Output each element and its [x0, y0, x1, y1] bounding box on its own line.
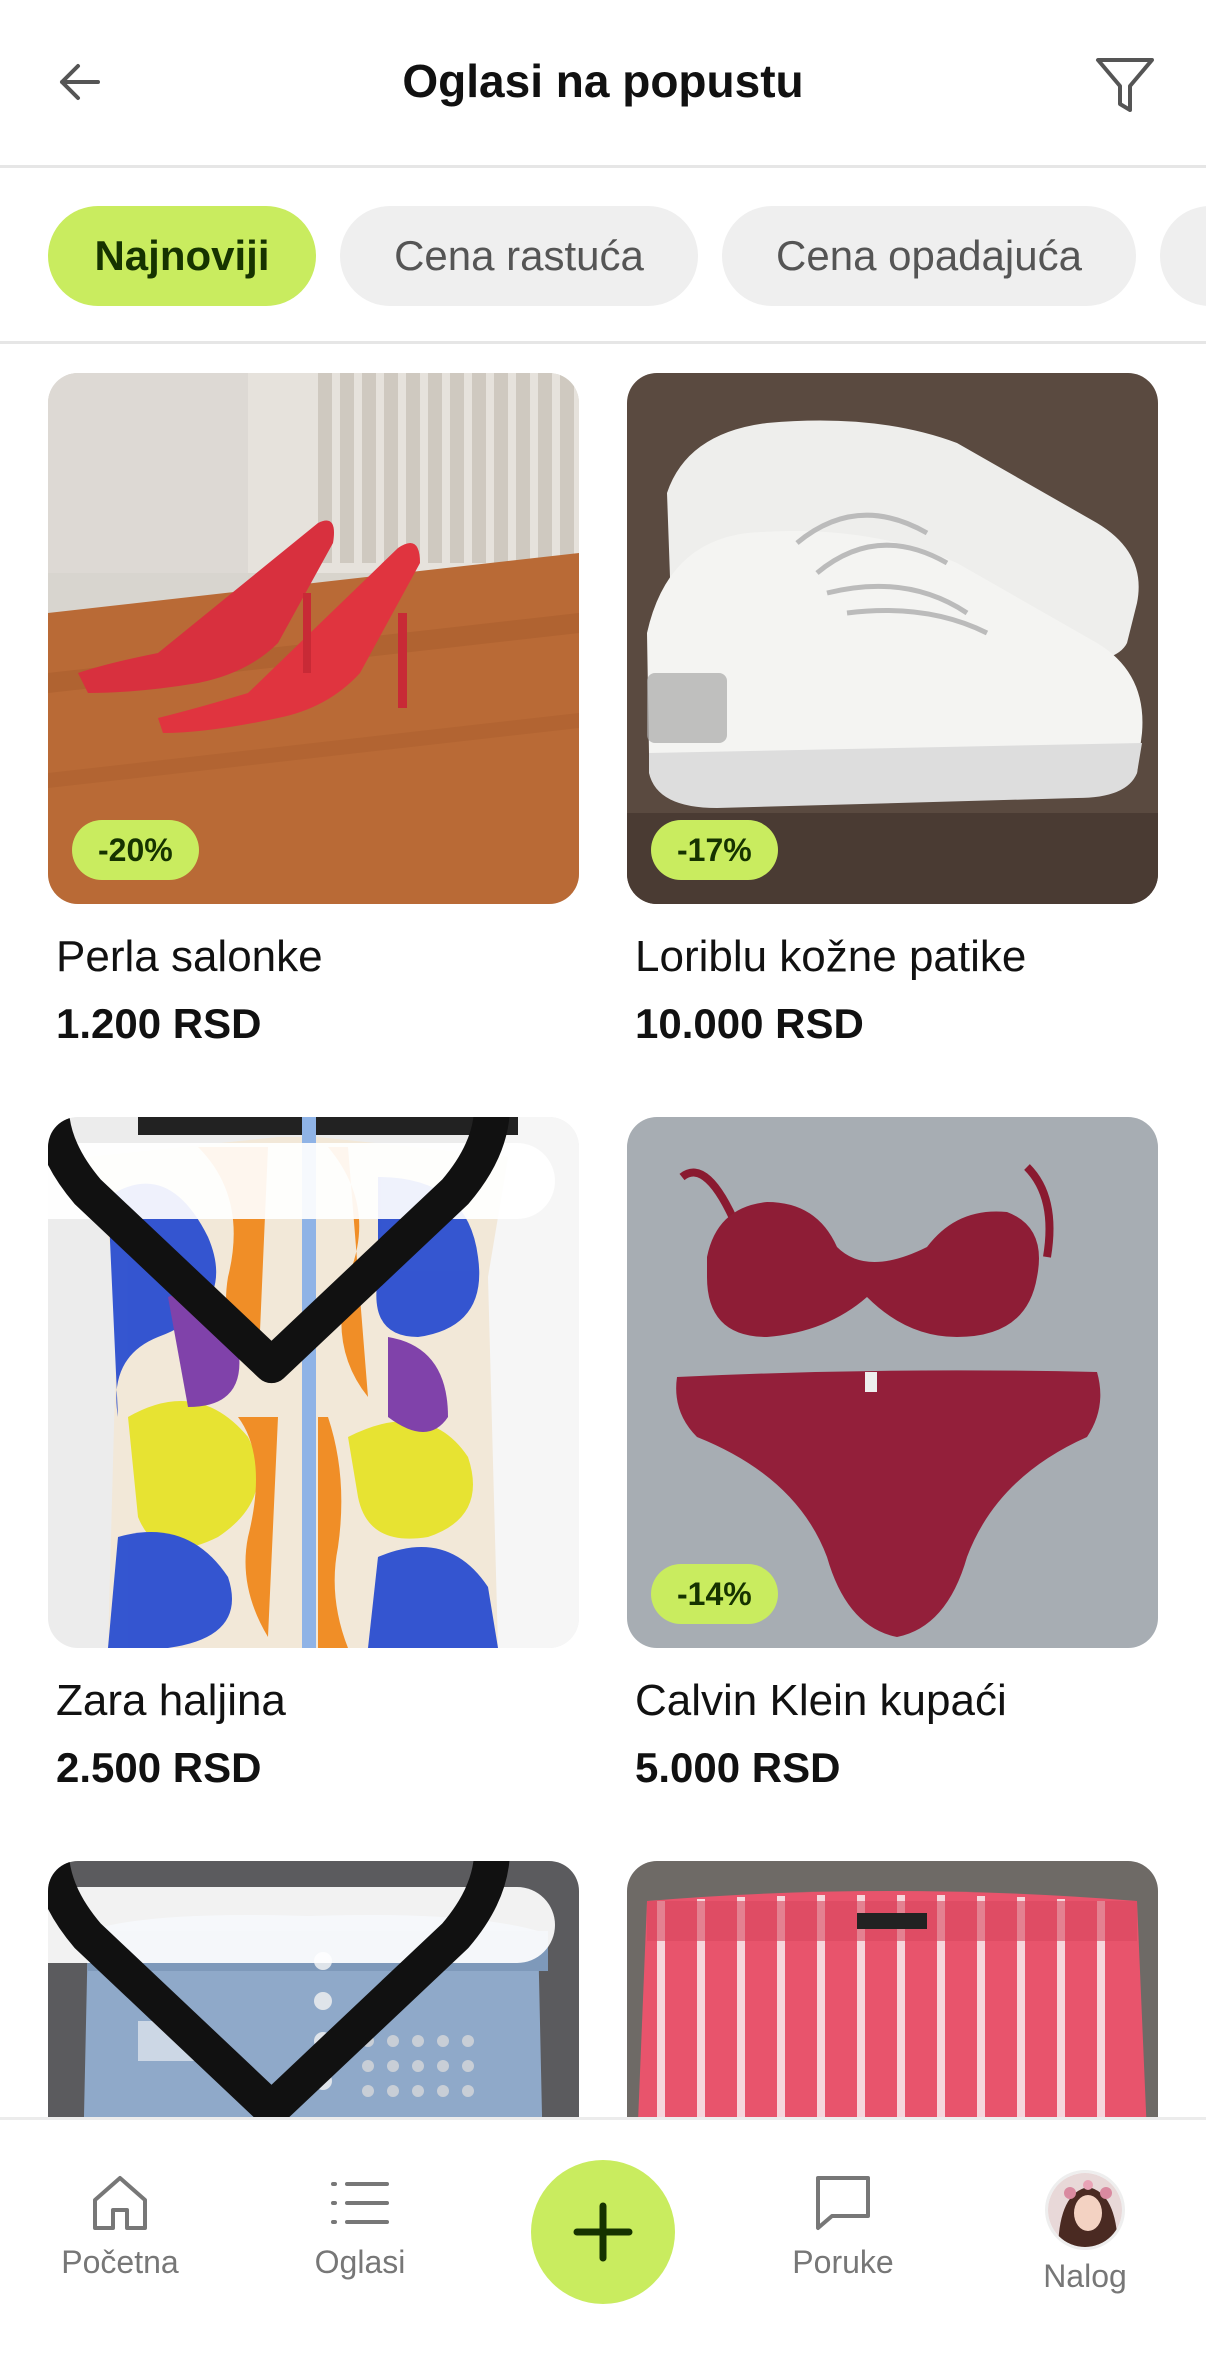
discount-badge: -14% [651, 1564, 778, 1624]
plus-icon [573, 2202, 633, 2262]
listing-title: Zara haljina [56, 1676, 286, 1725]
nav-label: Nalog [1043, 2258, 1127, 2294]
avatar [1045, 2170, 1125, 2250]
listing-card[interactable]: -14% Calvin Klein kupaći 5.000 RSD [627, 1117, 1158, 1792]
discount-badge: -17% [651, 820, 778, 880]
chip-cena-rastuca[interactable]: Cena rastuća [340, 206, 698, 306]
chat-icon [816, 2176, 870, 2230]
add-listing-button[interactable] [531, 2160, 675, 2304]
bottom-navigation: Početna Oglasi Poruke Nalog [0, 2117, 1206, 2358]
listing-card[interactable]: 1 Zara haljina 2.500 RSD [48, 1117, 579, 1792]
heart-icon [48, 1117, 510, 1383]
listing-card[interactable]: -20% Perla salonke 1.200 RSD [48, 373, 579, 1048]
chip-cena-opadajuca[interactable]: Cena opadajuća [722, 206, 1136, 306]
listing-image: -17% [627, 373, 1158, 904]
nav-poruke[interactable]: Poruke [743, 2170, 943, 2281]
listing-card[interactable]: 1 [48, 1861, 579, 2117]
discount-badge: -20% [72, 820, 199, 880]
listing-title: Calvin Klein kupaći [635, 1676, 1007, 1725]
nav-oglasi[interactable]: Oglasi [260, 2170, 460, 2281]
top-bar: Oglasi na popustu [0, 0, 1206, 168]
listing-image: 1 [48, 1117, 579, 1648]
nav-label: Poruke [792, 2244, 894, 2280]
listing-card[interactable] [627, 1861, 1158, 2117]
filter-button[interactable] [1090, 50, 1160, 120]
likes-badge[interactable]: 1 [48, 1861, 555, 2117]
listing-image: -20% [48, 373, 579, 904]
listing-title: Loriblu kožne patike [635, 932, 1027, 981]
listing-price: 2.500 RSD [56, 1744, 262, 1791]
listing-title: Perla salonke [56, 932, 323, 981]
filter-icon [1096, 58, 1154, 112]
listings-grid: -20% Perla salonke 1.200 RSD -17% Loribl… [0, 347, 1206, 2117]
listing-image: 1 [48, 1861, 579, 2117]
listing-price: 5.000 RSD [635, 1744, 841, 1791]
chip-more[interactable] [1160, 206, 1206, 306]
listing-price: 1.200 RSD [56, 1000, 262, 1047]
nav-nalog[interactable]: Nalog [985, 2170, 1185, 2295]
home-icon [93, 2176, 147, 2230]
chip-najnoviji[interactable]: Najnoviji [48, 206, 316, 306]
likes-badge[interactable]: 1 [48, 1117, 555, 1383]
page-title: Oglasi na popustu [402, 55, 804, 107]
heart-icon [48, 1861, 510, 2117]
sort-chips: Najnoviji Cena rastuća Cena opadajuća [0, 168, 1206, 344]
listing-image: -14% [627, 1117, 1158, 1648]
nav-home[interactable]: Početna [20, 2170, 220, 2281]
listing-card[interactable]: -17% Loriblu kožne patike 10.000 RSD [627, 373, 1158, 1048]
nav-label: Početna [61, 2244, 179, 2280]
list-icon [331, 2182, 389, 2224]
listing-image [627, 1861, 1158, 2117]
nav-label: Oglasi [314, 2244, 406, 2280]
listing-price: 10.000 RSD [635, 1000, 864, 1047]
